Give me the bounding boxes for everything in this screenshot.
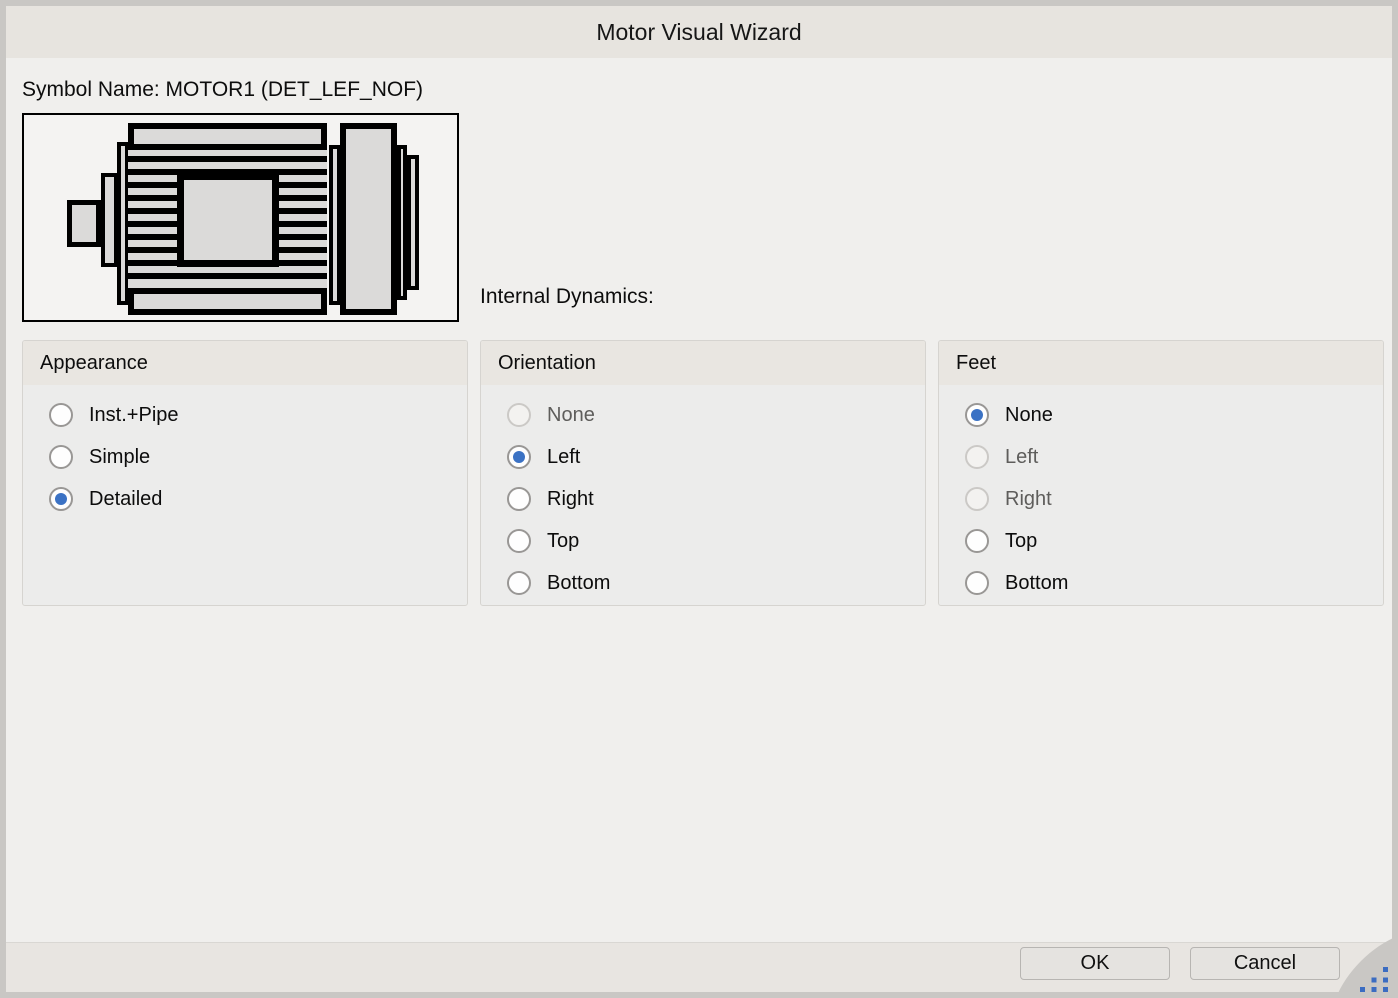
- radio-label-appearance-inst-pipe[interactable]: Inst.+Pipe: [89, 404, 179, 427]
- footer-bar: OK Cancel: [6, 942, 1392, 992]
- radio-button-feet-bottom[interactable]: [965, 571, 989, 595]
- radio-button-feet-right: [965, 487, 989, 511]
- title-bar[interactable]: Motor Visual Wizard: [6, 6, 1392, 58]
- radio-button-feet-top[interactable]: [965, 529, 989, 553]
- radio-label-orientation-none: None: [547, 404, 595, 427]
- internal-dynamics-label: Internal Dynamics:: [480, 285, 654, 309]
- radio-label-feet-bottom[interactable]: Bottom: [1005, 572, 1068, 595]
- radio-button-appearance-inst-pipe[interactable]: [49, 403, 73, 427]
- radio-button-feet-none[interactable]: [965, 403, 989, 427]
- group-title-feet: Feet: [939, 341, 1383, 385]
- radio-option-orientation-none: None: [481, 394, 925, 436]
- radio-button-orientation-top[interactable]: [507, 529, 531, 553]
- radio-button-orientation-none: [507, 403, 531, 427]
- group-body: None Left Right Top Bottom: [939, 385, 1383, 604]
- resize-grip[interactable]: [1336, 936, 1398, 998]
- radio-option-orientation-bottom[interactable]: Bottom: [481, 562, 925, 604]
- radio-button-orientation-bottom[interactable]: [507, 571, 531, 595]
- radio-label-orientation-left[interactable]: Left: [547, 446, 580, 469]
- group-title-appearance: Appearance: [23, 341, 467, 385]
- radio-option-orientation-top[interactable]: Top: [481, 520, 925, 562]
- radio-option-feet-top[interactable]: Top: [939, 520, 1383, 562]
- ok-button[interactable]: OK: [1020, 947, 1170, 980]
- radio-button-orientation-right[interactable]: [507, 487, 531, 511]
- radio-label-appearance-simple[interactable]: Simple: [89, 446, 150, 469]
- radio-option-feet-none[interactable]: None: [939, 394, 1383, 436]
- group-title-orientation: Orientation: [481, 341, 925, 385]
- group-orientation: Orientation None Left Right Top Bottom: [480, 340, 926, 606]
- group-feet: Feet None Left Right Top Bottom: [938, 340, 1384, 606]
- radio-option-appearance-inst-pipe[interactable]: Inst.+Pipe: [23, 394, 467, 436]
- group-appearance: Appearance Inst.+Pipe Simple Detailed: [22, 340, 468, 606]
- radio-button-appearance-detailed[interactable]: [49, 487, 73, 511]
- motor-icon: [24, 115, 457, 320]
- cancel-button[interactable]: Cancel: [1190, 947, 1340, 980]
- radio-option-feet-bottom[interactable]: Bottom: [939, 562, 1383, 604]
- radio-option-feet-right: Right: [939, 478, 1383, 520]
- radio-option-orientation-right[interactable]: Right: [481, 478, 925, 520]
- dialog-title: Motor Visual Wizard: [596, 19, 801, 46]
- symbol-name-label: Symbol Name: MOTOR1 (DET_LEF_NOF): [22, 78, 423, 102]
- motor-preview-box: [22, 113, 459, 322]
- resize-grip-corner: [1336, 936, 1398, 998]
- group-body: None Left Right Top Bottom: [481, 385, 925, 604]
- radio-label-feet-right: Right: [1005, 488, 1052, 511]
- radio-label-feet-top[interactable]: Top: [1005, 530, 1037, 553]
- motor-visual-wizard-dialog: Motor Visual Wizard Symbol Name: MOTOR1 …: [0, 0, 1398, 998]
- radio-option-appearance-simple[interactable]: Simple: [23, 436, 467, 478]
- radio-label-feet-none[interactable]: None: [1005, 404, 1053, 427]
- radio-button-feet-left: [965, 445, 989, 469]
- group-body: Inst.+Pipe Simple Detailed: [23, 385, 467, 520]
- radio-label-appearance-detailed[interactable]: Detailed: [89, 488, 162, 511]
- radio-option-appearance-detailed[interactable]: Detailed: [23, 478, 467, 520]
- radio-button-orientation-left[interactable]: [507, 445, 531, 469]
- radio-button-appearance-simple[interactable]: [49, 445, 73, 469]
- radio-label-feet-left: Left: [1005, 446, 1038, 469]
- radio-option-orientation-left[interactable]: Left: [481, 436, 925, 478]
- radio-label-orientation-bottom[interactable]: Bottom: [547, 572, 610, 595]
- radio-label-orientation-top[interactable]: Top: [547, 530, 579, 553]
- radio-option-feet-left: Left: [939, 436, 1383, 478]
- radio-label-orientation-right[interactable]: Right: [547, 488, 594, 511]
